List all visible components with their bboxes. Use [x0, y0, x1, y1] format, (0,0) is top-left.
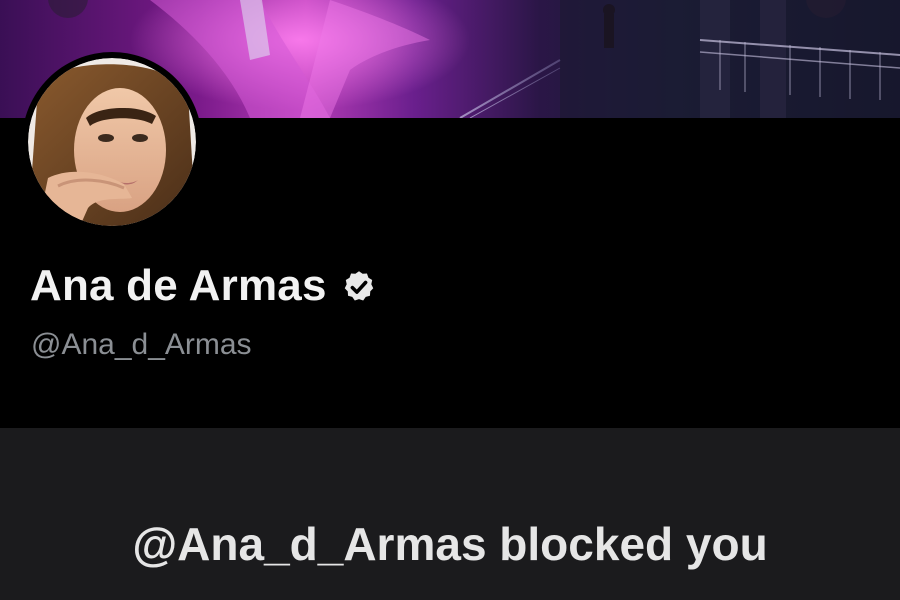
profile-handle: @Ana_d_Armas — [31, 328, 252, 361]
profile-screen: Ana de Armas @Ana_d_Armas @Ana_d_Armas b… — [0, 0, 900, 600]
blocked-notice-panel: @Ana_d_Armas blocked you — [0, 428, 900, 600]
blocked-message: @Ana_d_Armas blocked you — [132, 518, 768, 570]
display-name: Ana de Armas — [30, 261, 327, 310]
display-name-row: Ana de Armas — [30, 258, 377, 314]
profile-avatar[interactable] — [22, 52, 202, 232]
avatar-photo — [28, 58, 196, 226]
verified-badge-icon[interactable] — [341, 269, 377, 305]
